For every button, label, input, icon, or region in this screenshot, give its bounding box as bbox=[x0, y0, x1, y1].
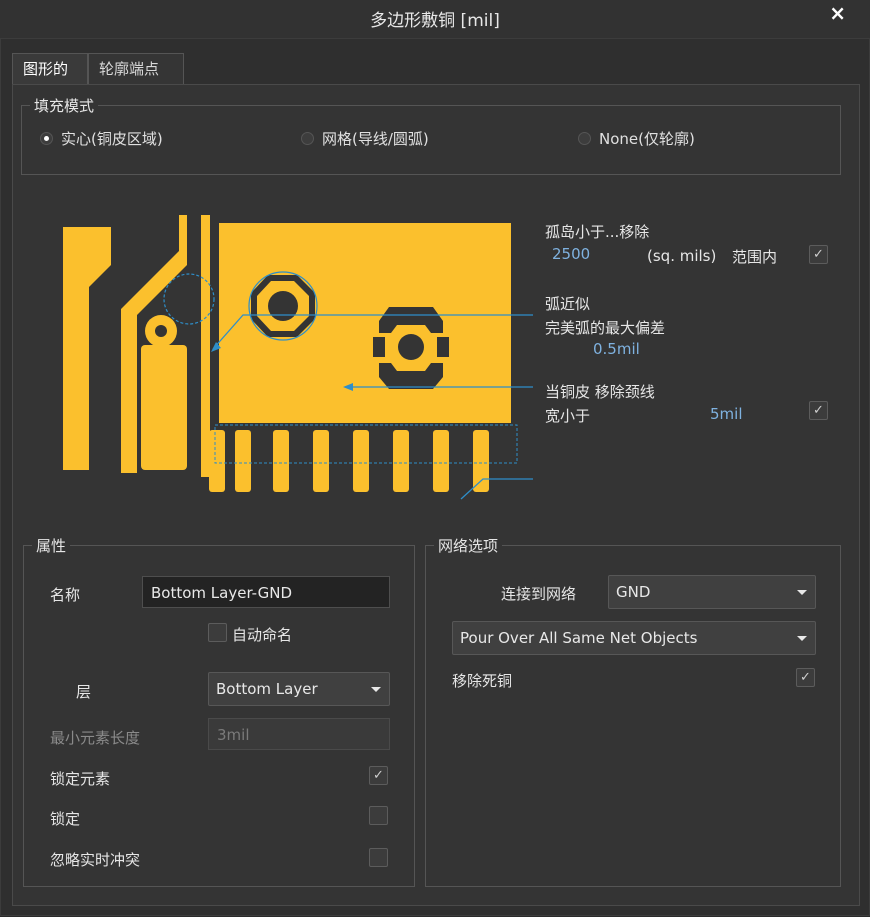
chevron-down-icon bbox=[797, 636, 807, 641]
auto-name-label: 自动命名 bbox=[232, 626, 293, 644]
pour-over-select-value: Pour Over All Same Net Objects bbox=[460, 629, 698, 647]
radio-hatched-label: 网格(导线/圆弧) bbox=[322, 130, 429, 148]
layer-label: 层 bbox=[76, 683, 92, 701]
fill-mode-legend: 填充模式 bbox=[30, 95, 99, 116]
name-label: 名称 bbox=[50, 586, 81, 604]
copper-finger bbox=[473, 430, 489, 492]
name-input[interactable]: Bottom Layer-GND bbox=[142, 576, 390, 608]
fill-mode-group: 填充模式 实心(铜皮区域) 网格(导线/圆弧) None(仅轮廓) bbox=[21, 95, 841, 175]
radio-selected-icon bbox=[40, 132, 53, 145]
copper-finger bbox=[209, 430, 225, 492]
lock-primitives-label: 锁定元素 bbox=[50, 770, 111, 788]
arc-deviation-label: 完美弧的最大偏差 bbox=[545, 319, 666, 337]
min-length-label: 最小元素长度 bbox=[50, 729, 141, 747]
check-icon: ✓ bbox=[813, 247, 824, 262]
copper-finger bbox=[235, 430, 251, 492]
island-area-unit: (sq. mils) bbox=[647, 247, 717, 265]
arc-approx-label: 弧近似 bbox=[545, 295, 591, 313]
pour-over-select[interactable]: Pour Over All Same Net Objects bbox=[452, 621, 816, 655]
window-title: 多边形敷铜 [mil] bbox=[370, 11, 500, 31]
radio-none[interactable]: None(仅轮廓) bbox=[578, 128, 695, 149]
island-range-label: 范围内 bbox=[732, 248, 778, 266]
tab-outline-vertices[interactable]: 轮廓端点 bbox=[88, 53, 184, 84]
neck-leader-line bbox=[460, 478, 533, 500]
check-icon: ✓ bbox=[800, 670, 811, 685]
properties-group: 属性 名称 Bottom Layer-GND 自动命名 层 Bottom Lay… bbox=[23, 535, 415, 887]
neck-width-value[interactable]: 5mil bbox=[710, 405, 743, 423]
net-select[interactable]: GND bbox=[608, 575, 816, 609]
via-hole bbox=[268, 291, 298, 321]
arc-deviation-value[interactable]: 0.5mil bbox=[593, 340, 640, 358]
check-icon: ✓ bbox=[813, 403, 824, 418]
ignore-violations-checkbox[interactable] bbox=[369, 848, 388, 867]
radio-solid[interactable]: 实心(铜皮区域) bbox=[40, 128, 163, 149]
remove-dead-copper-label: 移除死铜 bbox=[452, 672, 513, 690]
island-remove-checkbox[interactable]: ✓ bbox=[809, 245, 828, 264]
net-options-legend: 网络选项 bbox=[434, 535, 503, 556]
copper-finger bbox=[313, 430, 329, 492]
island-label: 孤岛小于...移除 bbox=[545, 223, 650, 241]
copper-finger bbox=[433, 430, 449, 492]
auto-name-checkbox[interactable] bbox=[208, 623, 227, 642]
radio-none-label: None(仅轮廓) bbox=[599, 130, 695, 148]
copper-left-block bbox=[63, 227, 111, 470]
radio-solid-label: 实心(铜皮区域) bbox=[61, 130, 163, 148]
net-select-value: GND bbox=[616, 583, 651, 601]
locked-checkbox[interactable] bbox=[369, 806, 388, 825]
tab-graphical[interactable]: 图形的 bbox=[12, 53, 88, 86]
pad-hole bbox=[155, 325, 167, 337]
copper-finger bbox=[353, 430, 369, 492]
neck-label: 当铜皮 移除颈线 bbox=[545, 383, 655, 401]
properties-legend: 属性 bbox=[32, 535, 71, 556]
neck-width-label: 宽小于 bbox=[545, 407, 591, 425]
copper-finger bbox=[273, 430, 289, 492]
chevron-down-icon bbox=[371, 687, 381, 692]
check-icon: ✓ bbox=[373, 768, 384, 783]
neck-remove-checkbox[interactable]: ✓ bbox=[809, 401, 828, 420]
copper-tall-pad bbox=[141, 345, 187, 470]
ignore-violations-label: 忽略实时冲突 bbox=[50, 851, 141, 869]
thermal-relief bbox=[373, 307, 449, 389]
locked-label: 锁定 bbox=[50, 810, 81, 828]
radio-unselected-icon bbox=[578, 132, 591, 145]
copper-finger bbox=[393, 430, 409, 492]
net-options-group: 网络选项 连接到网络 GND Pour Over All Same Net Ob… bbox=[425, 535, 841, 887]
close-icon[interactable]: × bbox=[829, 1, 846, 25]
title-bar: 多边形敷铜 [mil] × bbox=[0, 0, 870, 39]
polygon-preview-illustration bbox=[63, 215, 533, 500]
lock-primitives-checkbox[interactable]: ✓ bbox=[369, 766, 388, 785]
tab-panel: 填充模式 实心(铜皮区域) 网格(导线/圆弧) None(仅轮廓) 孤岛小于..… bbox=[12, 84, 860, 906]
layer-select[interactable]: Bottom Layer bbox=[208, 672, 390, 706]
copper-track-vertical bbox=[201, 215, 210, 477]
remove-dead-copper-checkbox[interactable]: ✓ bbox=[796, 668, 815, 687]
island-area-value[interactable]: 2500 bbox=[552, 245, 590, 263]
chevron-down-icon bbox=[797, 590, 807, 595]
layer-select-value: Bottom Layer bbox=[216, 680, 318, 698]
radio-hatched[interactable]: 网格(导线/圆弧) bbox=[301, 128, 429, 149]
min-length-input: 3mil bbox=[208, 718, 390, 750]
connect-to-net-label: 连接到网络 bbox=[501, 585, 577, 603]
radio-unselected-icon bbox=[301, 132, 314, 145]
